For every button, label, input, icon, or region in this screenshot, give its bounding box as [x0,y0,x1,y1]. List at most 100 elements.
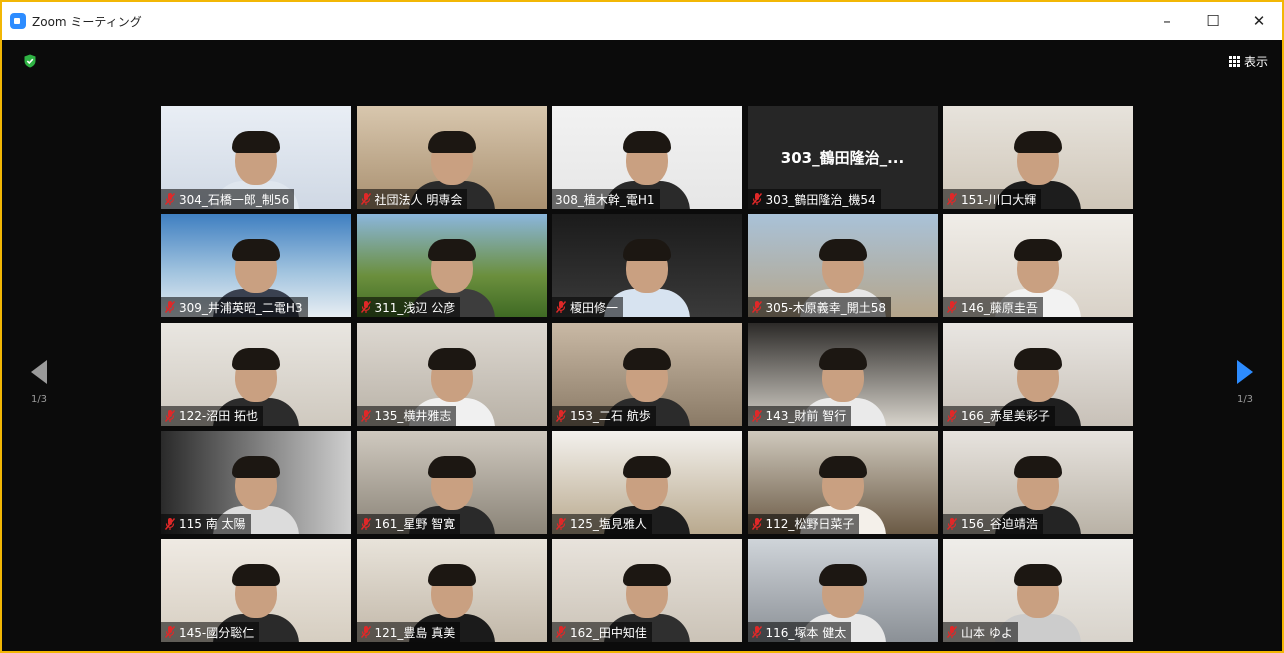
video-tile[interactable]: 115 南 太陽 [161,430,351,534]
maximize-button[interactable]: ☐ [1190,2,1236,40]
title-bar: Zoom ミーティング – ☐ ✕ [2,2,1282,40]
video-gallery: 304_石橋一郎_制56 社団法人 明専会 308_植木幹_電H1 303_鶴田隆治_… [161,106,1133,642]
encryption-shield-icon[interactable] [23,54,37,68]
participant-name-bar: 146_藤原圭吾 [943,297,1043,318]
video-tile[interactable]: 166_赤星美彩子 [943,322,1133,426]
participant-name-bar: 116_塚本 健太 [747,622,852,642]
page-indicator-left: 1/3 [30,394,48,405]
participant-name: 115 南 太陽 [179,517,246,532]
participant-name: 311_浅辺 公彦 [374,300,456,315]
participant-name: 143_財前 智行 [765,409,847,423]
video-tile[interactable]: 156_谷迫靖浩 [943,430,1133,534]
mic-muted-icon [946,193,958,205]
video-tile[interactable]: 社団法人 明専会 [356,106,547,209]
zoom-window: Zoom ミーティング – ☐ ✕ 表示 1/3 1/3 304_石橋一郎_制5… [0,0,1284,653]
video-tile[interactable]: 304_石橋一郎_制56 [161,106,351,209]
participant-name: 146_藤原圭吾 [961,300,1038,315]
mic-muted-icon [751,193,762,205]
window-controls: – ☐ ✕ [1144,2,1282,40]
video-tile[interactable]: 112_松野日菜子 [747,430,938,534]
video-tile[interactable]: 146_藤原圭吾 [943,214,1133,318]
minimize-button[interactable]: – [1144,2,1190,40]
video-tile[interactable]: 122-沼田 拓也 [161,322,351,426]
participant-name: 145-國分聡仁 [179,625,255,640]
participant-name-bar: 162_田中知佳 [552,622,652,642]
next-page-button[interactable]: 1/3 [1230,360,1260,405]
previous-page-button[interactable]: 1/3 [24,360,54,405]
mic-muted-icon [164,517,176,530]
video-tile[interactable]: 121_豊島 真美 [356,539,547,642]
mic-muted-icon [946,301,958,314]
video-tile[interactable]: 311_浅辺 公彦 [356,214,547,318]
mic-muted-icon [360,301,371,314]
participant-name-bar: 309_井浦英昭_二電H3 [161,297,308,318]
participant-name-bar: 社団法人 明専会 [356,189,468,209]
mic-muted-icon [751,409,762,422]
video-tile[interactable]: 303_鶴田隆治_... 303_鶴田隆治_機54 [747,106,938,209]
video-tile[interactable]: 161_星野 智寛 [356,430,547,534]
video-tile[interactable]: 153_二石 航歩 [552,322,742,426]
video-tile[interactable]: 145-國分聡仁 [161,539,351,642]
video-tile[interactable]: 143_財前 智行 [747,322,938,426]
participant-name-bar: 143_財前 智行 [747,405,852,426]
participant-name: 125_塩見雅人 [570,517,647,532]
mic-muted-icon [555,301,567,314]
participant-name-bar: 112_松野日菜子 [747,513,860,534]
mic-muted-icon [164,301,176,314]
video-tile[interactable]: 309_井浦英昭_二電H3 [161,214,351,318]
mic-muted-icon [751,626,762,638]
participant-name: 153_二石 航歩 [570,409,651,423]
mic-muted-icon [751,517,762,530]
participant-name: 116_塚本 健太 [765,625,847,640]
participant-name: 162_田中知佳 [570,625,647,640]
participant-name: 社団法人 明専会 [374,192,463,207]
participant-name: 308_植木幹_電H1 [555,192,655,207]
video-tile[interactable]: 山本 ゆよ [943,539,1133,642]
mic-muted-icon [164,193,176,205]
participant-name-bar: 303_鶴田隆治_機54 [747,189,881,209]
video-tile[interactable]: 308_植木幹_電H1 [552,106,742,209]
video-tile[interactable]: 151-川口大輝 [943,106,1133,209]
participant-name: 151-川口大輝 [961,192,1037,207]
participant-name: 122-沼田 拓也 [179,409,259,423]
mic-muted-icon [946,409,958,422]
view-button-label: 表示 [1243,54,1268,69]
mic-muted-icon [555,626,567,638]
participant-name-bar: 153_二石 航歩 [552,405,656,426]
video-tile[interactable]: 305-木原義幸_開土58 [747,214,938,318]
video-tile[interactable]: 116_塚本 健太 [747,539,938,642]
participant-name: 166_赤星美彩子 [961,409,1050,423]
participant-name: 121_豊島 真美 [374,625,456,640]
participant-name-bar: 115 南 太陽 [161,513,251,534]
participant-name-bar: 166_赤星美彩子 [943,405,1055,426]
participant-name: 161_星野 智寛 [374,517,456,532]
participant-name: 309_井浦英昭_二電H3 [179,300,303,315]
participant-name: 112_松野日菜子 [765,517,855,532]
participant-name-bar: 145-國分聡仁 [161,622,260,642]
view-button[interactable]: 表示 [1228,51,1268,71]
participant-name-bar: 304_石橋一郎_制56 [161,189,295,209]
participant-name: 156_谷迫靖浩 [961,517,1038,532]
video-tile[interactable]: 135_横井雅志 [356,322,547,426]
window-title: Zoom ミーティング [32,14,142,29]
video-tile[interactable]: 榎田修一 [552,214,742,318]
mic-muted-icon [360,517,371,530]
participant-name-bar: 121_豊島 真美 [356,622,461,642]
close-button[interactable]: ✕ [1236,2,1282,40]
video-tile[interactable]: 162_田中知佳 [552,539,742,642]
mic-muted-icon [946,517,958,530]
mic-muted-icon [555,517,567,530]
mic-muted-icon [946,626,958,638]
participant-name-bar: 151-川口大輝 [943,189,1042,209]
participant-name: 304_石橋一郎_制56 [179,192,290,207]
participant-name-bar: 榎田修一 [552,297,624,318]
participant-name-bar: 305-木原義幸_開土58 [747,297,892,318]
zoom-app-icon [10,13,26,29]
participant-name-bar: 122-沼田 拓也 [161,405,264,426]
participant-name-bar: 135_横井雅志 [356,405,457,426]
participant-name-bar: 308_植木幹_電H1 [552,189,660,209]
video-tile[interactable]: 125_塩見雅人 [552,430,742,534]
participant-name-bar: 125_塩見雅人 [552,513,652,534]
mic-muted-icon [360,409,371,422]
participant-name-bar: 161_星野 智寛 [356,513,461,534]
